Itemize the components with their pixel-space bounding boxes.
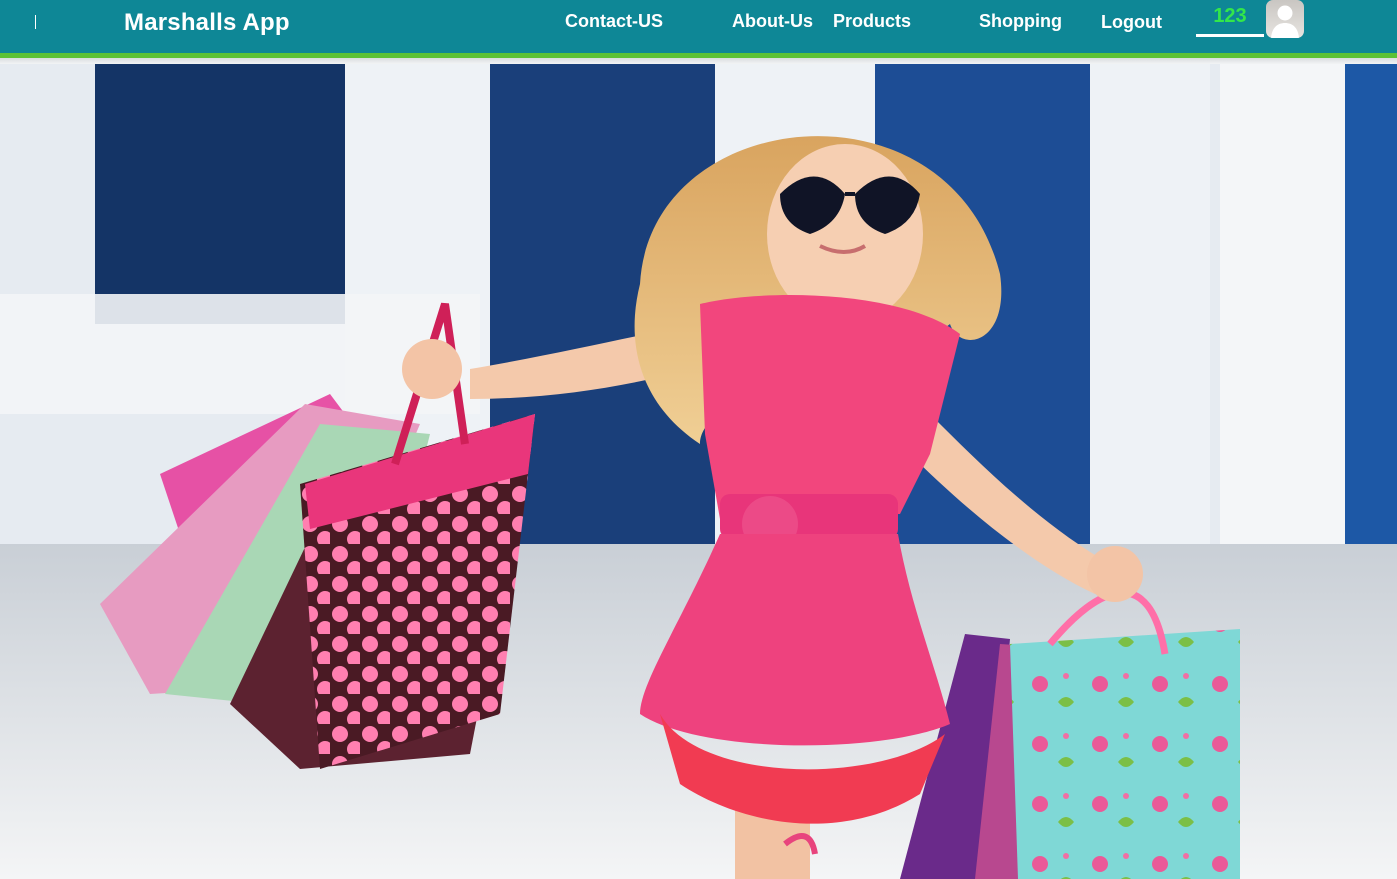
nav-link-contact-us[interactable]: Contact-US bbox=[565, 11, 663, 32]
nav-link-about-us[interactable]: About-Us bbox=[732, 11, 813, 32]
top-navbar: Marshalls App Contact-US About-Us Produc… bbox=[0, 0, 1397, 53]
girl-shopping-bags-photo bbox=[0, 64, 1397, 879]
nav-link-shopping[interactable]: Shopping bbox=[979, 11, 1062, 32]
app-brand-title[interactable]: Marshalls App bbox=[124, 9, 290, 37]
user-count-badge: 123 bbox=[1196, 5, 1264, 37]
user-avatar-icon[interactable] bbox=[1266, 0, 1304, 38]
nav-divider bbox=[35, 15, 36, 29]
nav-link-products[interactable]: Products bbox=[833, 11, 911, 32]
nav-link-logout[interactable]: Logout bbox=[1101, 12, 1162, 33]
hero-banner-image bbox=[0, 64, 1397, 879]
